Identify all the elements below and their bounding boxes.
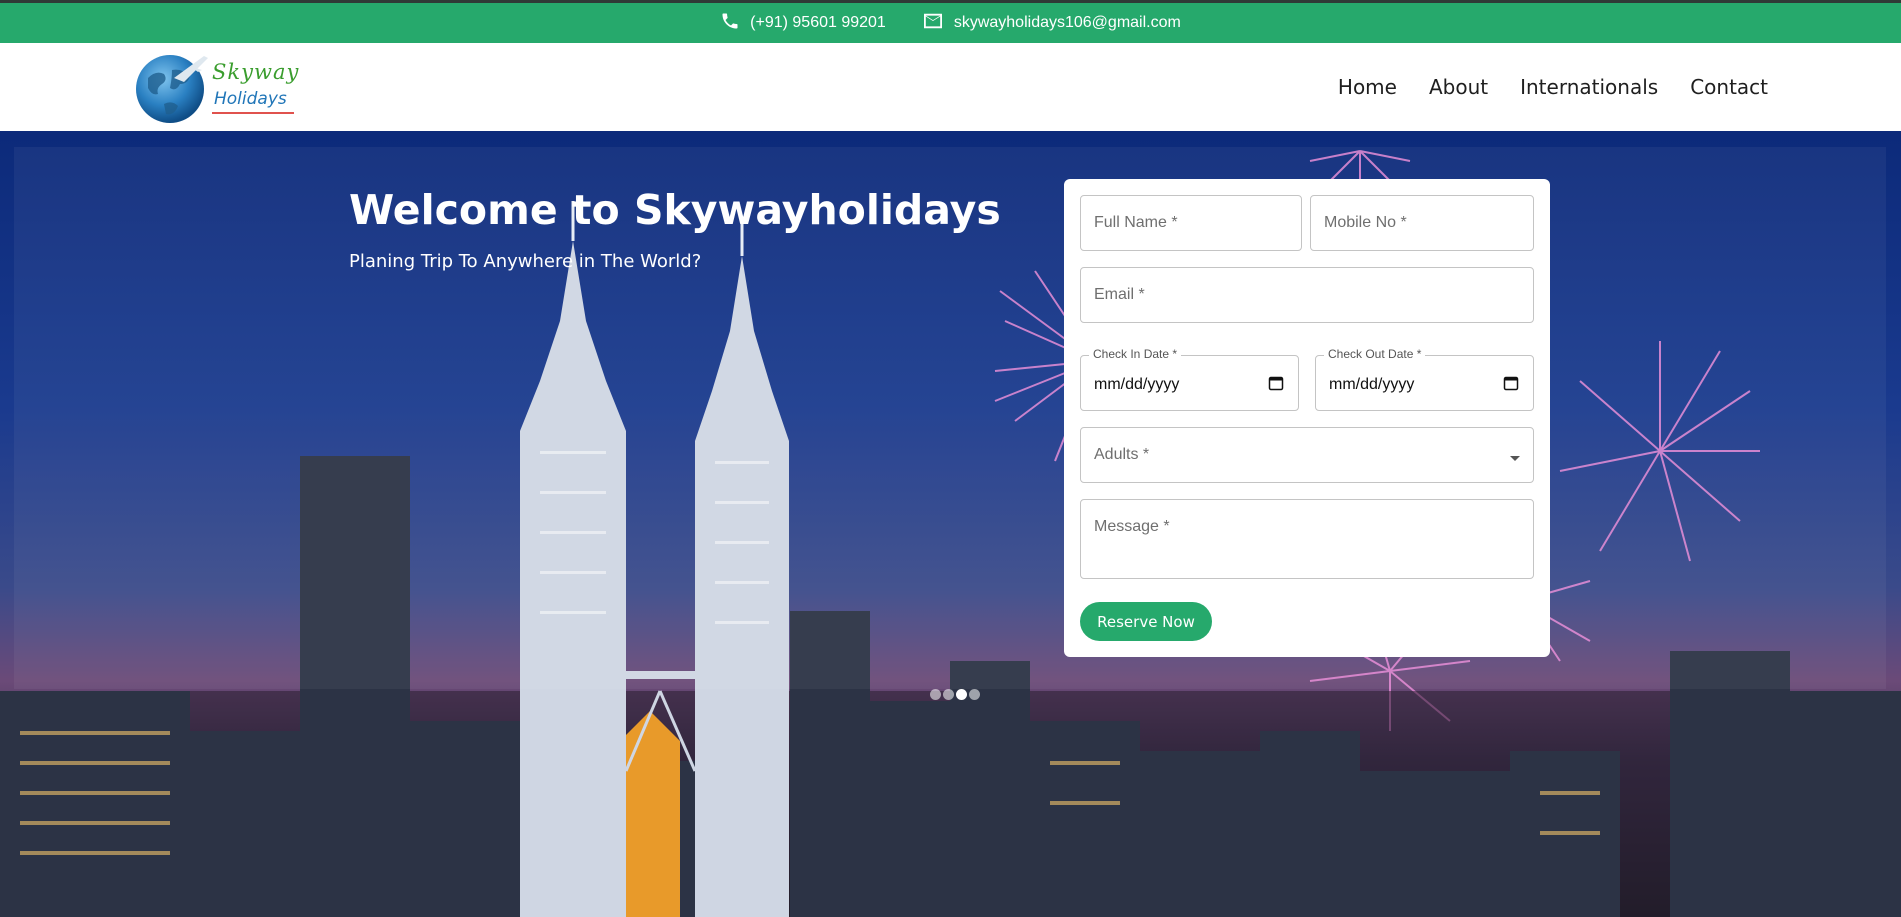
email-placeholder: Email * (1094, 286, 1145, 303)
mail-icon (922, 12, 954, 35)
check-out-date-field[interactable]: Check Out Date * mm/dd/yyyy (1315, 347, 1534, 411)
calendar-icon[interactable] (1503, 375, 1519, 396)
hero-title: Welcome to Skywayholidays (349, 186, 1001, 234)
reservation-form: Full Name * Mobile No * Email * Check In… (1064, 179, 1550, 657)
hero-slider: Welcome to Skywayholidays Planing Trip T… (0, 131, 1901, 917)
full-name-field[interactable]: Full Name * (1080, 195, 1302, 251)
reserve-now-button[interactable]: Reserve Now (1080, 602, 1212, 641)
nav-about[interactable]: About (1429, 75, 1488, 99)
carousel-indicators (930, 689, 982, 700)
dropdown-arrow-icon (1509, 450, 1521, 468)
carousel-dot[interactable] (943, 689, 954, 700)
check-out-label: Check Out Date * (1324, 347, 1426, 361)
logo-word-skyway: Skyway (212, 60, 300, 84)
email-contact[interactable]: skywayholidays106@gmail.com (922, 12, 1181, 35)
check-in-value: mm/dd/yyyy (1094, 376, 1180, 393)
email-address: skywayholidays106@gmail.com (953, 14, 1181, 31)
site-header: Skyway Holidays Home About International… (0, 43, 1901, 131)
nav-internationals[interactable]: Internationals (1520, 75, 1658, 99)
carousel-dot[interactable] (930, 689, 941, 700)
carousel-dot[interactable] (969, 689, 980, 700)
check-out-value: mm/dd/yyyy (1329, 376, 1415, 393)
phone-number: (+91) 95601 99201 (750, 14, 886, 31)
adults-placeholder: Adults * (1094, 446, 1150, 463)
check-in-date-field[interactable]: Check In Date * mm/dd/yyyy (1080, 347, 1299, 411)
logo-underline (212, 112, 294, 114)
mobile-field[interactable]: Mobile No * (1310, 195, 1534, 251)
main-nav: Home About Internationals Contact (1306, 43, 1768, 131)
globe-icon (136, 55, 208, 123)
hero-subtitle: Planing Trip To Anywhere in The World? (349, 251, 702, 272)
carousel-dot-active[interactable] (956, 689, 967, 700)
phone-contact[interactable]: (+91) 95601 99201 (720, 11, 886, 36)
message-field[interactable]: Message * (1080, 499, 1534, 579)
calendar-icon[interactable] (1268, 375, 1284, 396)
email-field[interactable]: Email * (1080, 267, 1534, 323)
message-placeholder: Message * (1094, 518, 1170, 535)
adults-select[interactable]: Adults * (1080, 427, 1534, 483)
phone-icon (720, 11, 750, 36)
full-name-placeholder: Full Name * (1094, 214, 1178, 231)
top-contact-bar: (+91) 95601 99201 skywayholidays106@gmai… (0, 0, 1901, 43)
site-logo[interactable]: Skyway Holidays (134, 48, 298, 126)
logo-word-holidays: Holidays (214, 89, 287, 109)
nav-contact[interactable]: Contact (1690, 75, 1768, 99)
nav-home[interactable]: Home (1338, 75, 1397, 99)
check-in-label: Check In Date * (1089, 347, 1182, 361)
mobile-placeholder: Mobile No * (1324, 214, 1407, 231)
